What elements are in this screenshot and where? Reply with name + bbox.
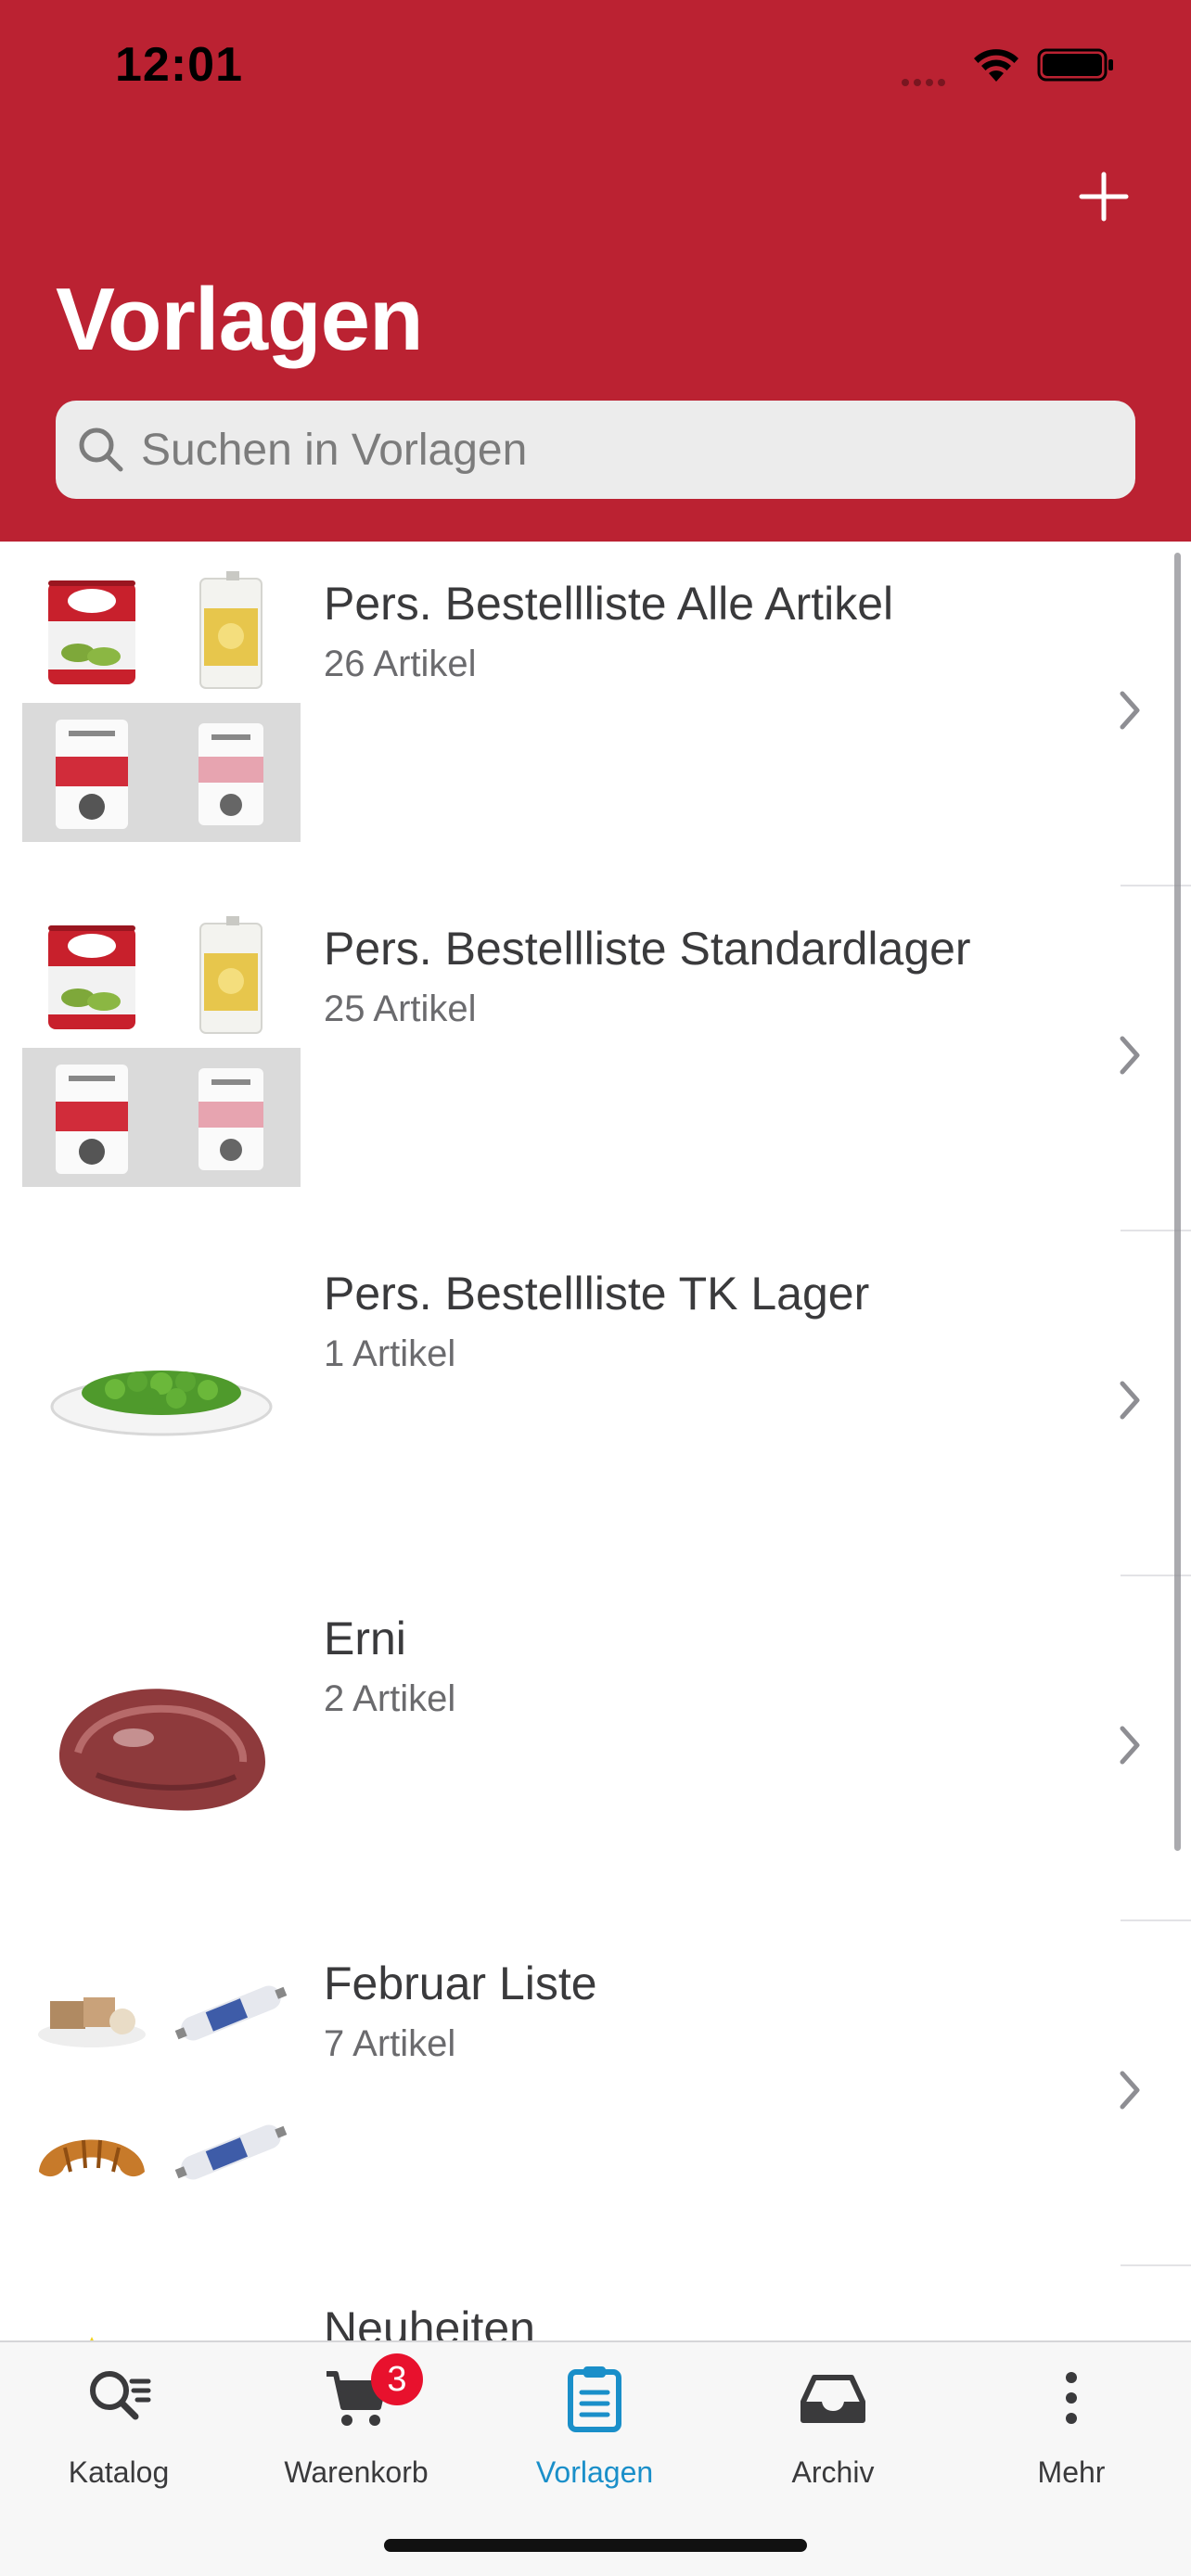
chevron-right-icon [1120,1036,1140,1075]
template-row[interactable]: Pers. Bestellliste Standardlager 25 Arti… [0,886,1191,1231]
oil-canister-image [161,909,301,1048]
tab-label: Mehr [1037,2455,1106,2489]
template-title: Erni [324,1613,406,1664]
template-title: Pers. Bestellliste TK Lager [324,1268,870,1320]
croissant-image [22,2083,161,2222]
sausage-tube-image [161,2083,301,2222]
pickles-can-image [22,564,161,703]
wifi-icon [972,46,1020,88]
milk-powder-pink-image [161,1048,301,1187]
template-title: Februar Liste [324,1958,597,2009]
tab-warenkorb[interactable]: Warenkorb [237,2342,475,2500]
status-time: 12:01 [115,38,243,92]
edamame-plate-image [50,1371,273,1436]
milk-powder-red-image [22,1048,161,1187]
template-row[interactable]: Pers. Bestellliste Alle Artikel 26 Artik… [0,542,1191,886]
navigation-header: 12:01 Vorlagen [0,0,1191,542]
add-template-button[interactable] [1067,159,1141,234]
milk-powder-red-image [22,703,161,842]
tab-label: Katalog [68,2455,170,2489]
chevron-right-icon [1120,1726,1140,1765]
tab-vorlagen[interactable]: Vorlagen [476,2342,713,2500]
clipboard-icon [568,2366,621,2432]
template-article-count: 2 Artikel [324,1678,456,1719]
template-row[interactable]: Februar Liste 7 Artikel [0,1921,1191,2266]
product-thumbnail-grid [22,2289,301,2340]
battery-icon [1037,46,1115,88]
tab-label: Warenkorb [284,2455,429,2489]
chevron-right-icon [1120,1381,1140,1420]
template-list[interactable]: Pers. Bestellliste Alle Artikel 26 Artik… [0,542,1191,2340]
list-scrollbar[interactable] [1174,553,1181,1851]
chevron-right-icon [1120,691,1140,730]
tab-label: Vorlagen [535,2455,654,2489]
template-row[interactable]: Neuheiten [0,2266,1191,2340]
template-article-count: 25 Artikel [324,988,477,1029]
milk-powder-pink-image [161,703,301,842]
template-title: Neuheiten [324,2302,535,2340]
beef-roast-image [59,1689,265,1811]
cake-slices-image [22,1944,161,2083]
box-product-image [161,2289,301,2340]
template-article-count: 7 Artikel [324,2023,456,2064]
cart-count-badge: 3 [371,2353,423,2405]
pickles-can-image [22,909,161,1048]
cellular-signal-icon [902,74,950,91]
inbox-archive-icon [800,2375,865,2423]
plus-icon [1079,172,1129,222]
product-thumbnail-grid [22,564,301,842]
catalog-search-icon [90,2371,151,2420]
template-row[interactable]: Pers. Bestellliste TK Lager 1 Artikel [0,1231,1191,1576]
search-icon [79,427,123,472]
search-input[interactable] [139,423,1108,477]
template-row[interactable]: Erni 2 Artikel [0,1576,1191,1921]
product-thumbnail [22,1254,301,1532]
tab-mehr[interactable]: Mehr [953,2342,1190,2500]
more-vertical-icon [1066,2372,1077,2424]
tab-label: Archiv [791,2455,875,2489]
tab-katalog[interactable]: Katalog [0,2342,237,2500]
template-article-count: 26 Artikel [324,644,477,684]
home-indicator[interactable] [384,2539,807,2552]
yellow-product-image [22,2289,161,2340]
template-title: Pers. Bestellliste Alle Artikel [324,578,894,630]
tab-archiv[interactable]: Archiv [714,2342,952,2500]
product-thumbnail-grid [22,909,301,1187]
page-title: Vorlagen [56,270,424,369]
sausage-tube-image [161,1944,301,2083]
search-bar[interactable] [56,401,1135,499]
template-article-count: 1 Artikel [324,1333,456,1374]
template-title: Pers. Bestellliste Standardlager [324,923,971,975]
product-thumbnail-grid [22,1944,301,2222]
chevron-right-icon [1120,2071,1140,2110]
oil-canister-image [161,564,301,703]
product-thumbnail [22,1599,301,1877]
